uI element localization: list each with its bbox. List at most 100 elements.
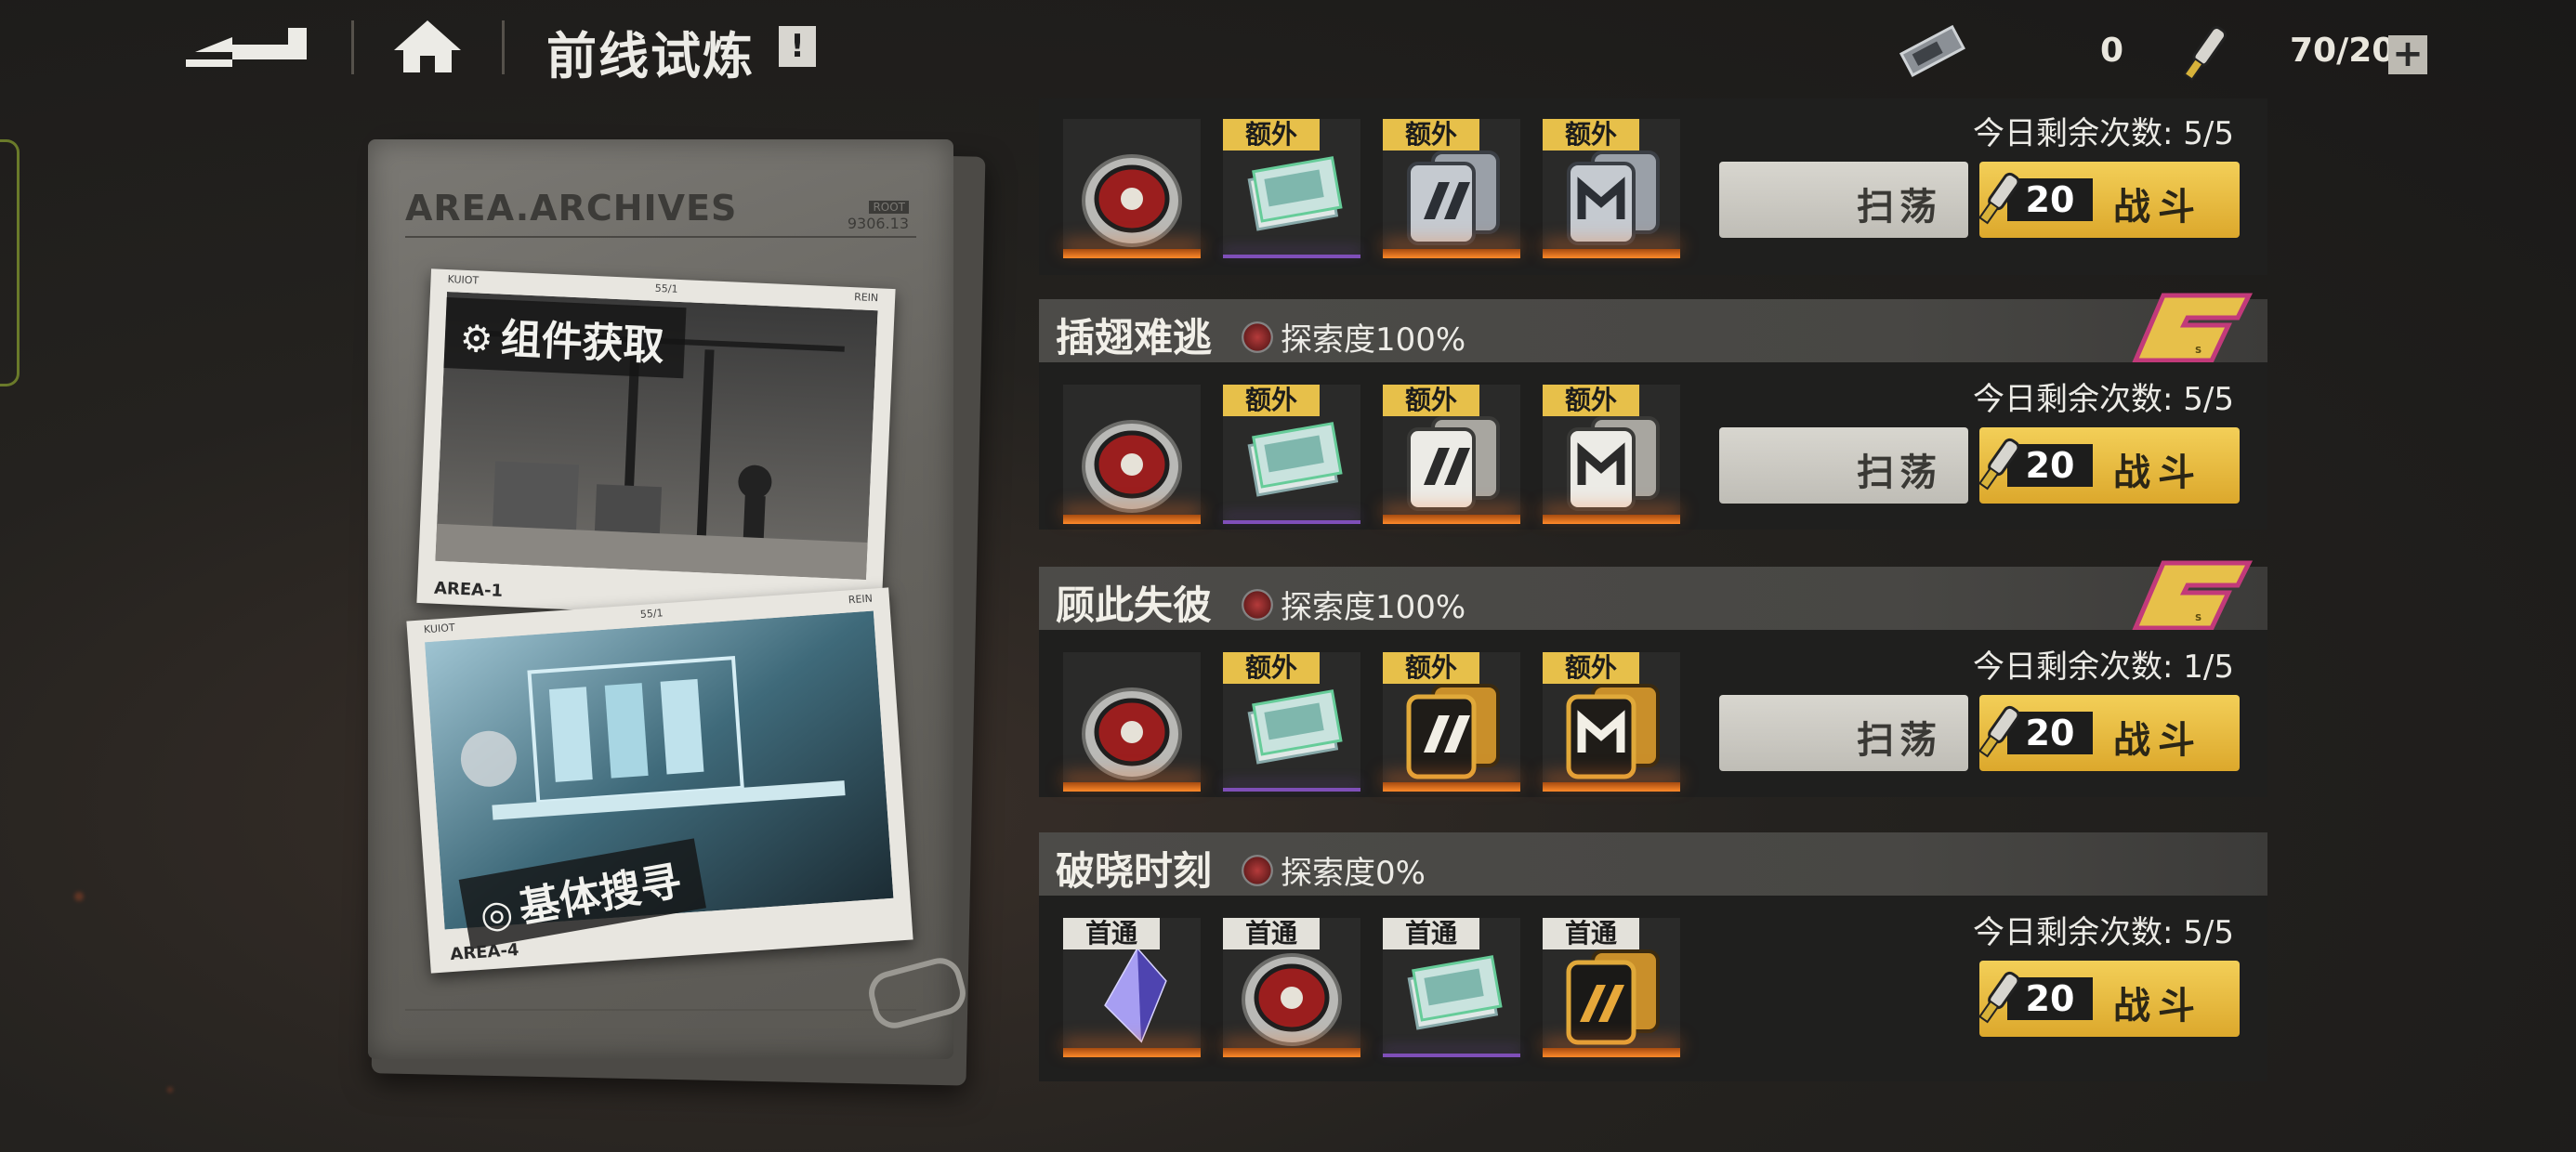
svg-text:S: S — [2195, 613, 2201, 623]
photo-component-acquire[interactable]: KUIOT 55/1 REIN ⚙ 组件获取 AREA-1 — [416, 268, 896, 623]
photo-label: ⚙ 组件获取 — [443, 297, 687, 379]
sweep-button[interactable]: 扫荡 — [1719, 427, 1968, 504]
stamina-key-icon — [1978, 971, 2020, 1024]
coin-icon — [1236, 944, 1347, 1046]
coin-icon — [1076, 678, 1188, 780]
chip-black-icon — [1556, 944, 1667, 1046]
crystal-icon — [1076, 944, 1188, 1046]
reward-tag: 额外 — [1383, 652, 1479, 684]
battle-button[interactable]: 20 战斗 — [1978, 427, 2240, 504]
battle-label: 战斗 — [2113, 985, 2202, 1028]
add-stamina-button[interactable]: + — [2388, 35, 2427, 74]
divider — [502, 20, 505, 74]
stamina-key-icon — [1978, 172, 2020, 225]
sweep-button[interactable]: 扫荡 — [1719, 162, 1968, 238]
reward-item-coin[interactable] — [1063, 385, 1201, 524]
reward-tag: 额外 — [1223, 652, 1320, 684]
reward-item-coin[interactable] — [1063, 652, 1201, 792]
reward-item-chip-white-1[interactable]: 额外 — [1383, 385, 1520, 524]
photo-area-code: AREA-4 — [449, 940, 520, 965]
coin-icon — [1076, 145, 1188, 247]
ember-particle — [167, 1087, 173, 1093]
daily-attempts: 今日剩余次数: 5/5 — [1973, 381, 2234, 418]
archive-code-tag: ROOT — [869, 201, 909, 214]
reward-item-chip-silver-2[interactable]: 额外 — [1543, 119, 1680, 258]
sweep-label: 扫荡 — [1857, 186, 1942, 229]
chip-white-2-icon — [1556, 411, 1667, 513]
stage-name: 顾此失彼 — [1056, 583, 1213, 628]
photo-label-text: 组件获取 — [499, 315, 665, 371]
exploration-text: 探索度100% — [1281, 321, 1466, 359]
rarity-bar — [1223, 255, 1360, 258]
reward-item-chip-gold-1[interactable]: 额外 — [1383, 652, 1520, 792]
photo-matrix-search[interactable]: KUIOT 55/1 REIN ◎基体搜寻 AREA-4 — [406, 587, 913, 974]
rarity-bar — [1543, 515, 1680, 524]
reward-item-chip-silver-1[interactable]: 额外 — [1383, 119, 1520, 258]
rank-s-badge: S — [2132, 293, 2254, 363]
divider — [405, 236, 916, 238]
rarity-bar — [1543, 782, 1680, 792]
exploration-rate: 探索度100% — [1242, 582, 1465, 627]
photo-header-right: REIN — [853, 291, 879, 305]
chip-white-1-icon — [1396, 411, 1507, 513]
resource-ticket-count: 0 — [2100, 32, 2124, 70]
photo-header-left: KUIOT — [423, 621, 456, 636]
reward-item-chip-gold-2[interactable]: 额外 — [1543, 652, 1680, 792]
stage-header: 插翅难逃 探索度100% S — [1039, 293, 2267, 363]
reward-item-chip-white-2[interactable]: 额外 — [1543, 385, 1680, 524]
reward-tag: 额外 — [1223, 385, 1320, 416]
reward-tag: 首通 — [1063, 918, 1160, 949]
svg-text:S: S — [2195, 346, 2201, 356]
reward-tag: 额外 — [1223, 119, 1320, 151]
home-button[interactable] — [390, 17, 465, 76]
reward-tag: 额外 — [1543, 652, 1639, 684]
side-drawer-tab[interactable] — [0, 139, 20, 386]
sweep-button[interactable]: 扫荡 — [1719, 695, 1968, 771]
chip-gold-2-icon — [1556, 678, 1667, 780]
photo-area-code: AREA-1 — [433, 578, 504, 601]
battle-button[interactable]: 20 战斗 — [1978, 961, 2240, 1037]
rarity-bar — [1383, 782, 1520, 792]
battle-label: 战斗 — [2113, 186, 2202, 229]
reward-item-cards[interactable]: 额外 — [1223, 652, 1360, 792]
archive-code-block: ROOT 9306.13 — [848, 197, 909, 232]
battle-label: 战斗 — [2113, 452, 2202, 494]
reward-item-chip-black[interactable]: 首通 — [1543, 918, 1680, 1057]
back-button[interactable] — [177, 19, 316, 74]
reward-item-cards[interactable]: 额外 — [1223, 119, 1360, 258]
coin-icon — [1076, 411, 1188, 513]
exploration-icon — [1242, 588, 1273, 621]
rarity-bar — [1543, 249, 1680, 258]
reward-item-coin[interactable] — [1063, 119, 1201, 258]
reward-item-cards[interactable]: 首通 — [1383, 918, 1520, 1057]
divider — [351, 20, 354, 74]
rarity-bar — [1063, 515, 1201, 524]
reward-item-crystal[interactable]: 首通 — [1063, 918, 1201, 1057]
cards-icon — [1236, 678, 1347, 780]
info-button[interactable]: ! — [779, 26, 816, 67]
reward-tag: 额外 — [1383, 385, 1479, 416]
daily-attempts: 今日剩余次数: 5/5 — [1973, 914, 2234, 951]
component-icon: ⚙ — [458, 317, 494, 362]
daily-attempts: 今日剩余次数: 1/5 — [1973, 648, 2234, 686]
stage-name: 插翅难逃 — [1056, 315, 1213, 360]
battle-button[interactable]: 20 战斗 — [1978, 162, 2240, 238]
stamina-key-icon — [1978, 438, 2020, 491]
reward-item-cards[interactable]: 额外 — [1223, 385, 1360, 524]
reward-tag: 首通 — [1223, 918, 1320, 949]
area-archive-folder: AREA.ARCHIVES ROOT 9306.13 KUIOT 55/1 RE… — [368, 139, 986, 1086]
divider — [405, 1009, 916, 1011]
reward-item-coin[interactable]: 首通 — [1223, 918, 1360, 1057]
chip-gold-1-icon — [1396, 678, 1507, 780]
exploration-text: 探索度100% — [1281, 589, 1466, 626]
battle-label: 战斗 — [2113, 719, 2202, 762]
rarity-bar — [1543, 1048, 1680, 1057]
battle-button[interactable]: 20 战斗 — [1978, 695, 2240, 771]
sweep-label: 扫荡 — [1857, 719, 1942, 762]
page-title: 前线试炼 — [546, 27, 755, 85]
photo-header-mid: 55/1 — [654, 281, 678, 295]
rarity-bar — [1383, 1054, 1520, 1057]
exploration-text: 探索度0% — [1281, 855, 1426, 892]
exploration-icon — [1242, 321, 1273, 353]
stamina-key-icon — [2183, 26, 2228, 81]
